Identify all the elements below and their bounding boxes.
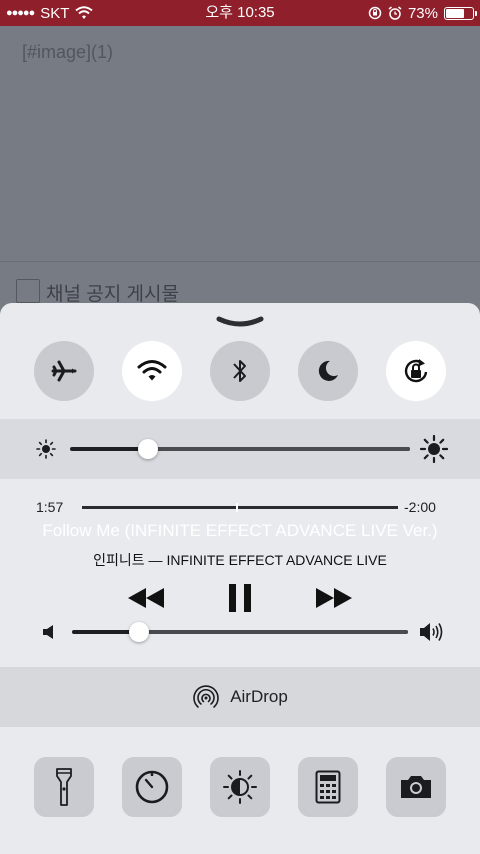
alarm-icon	[388, 6, 402, 20]
pause-button[interactable]	[218, 580, 262, 616]
brightness-control	[0, 419, 480, 479]
fast-forward-icon	[316, 588, 352, 608]
wifi-toggle[interactable]	[122, 341, 182, 401]
volume-track-remaining	[139, 630, 408, 634]
background-divider	[0, 261, 480, 262]
bluetooth-icon	[233, 360, 246, 382]
chevron-down-icon[interactable]	[216, 315, 264, 329]
pause-icon	[229, 584, 251, 612]
brightness-low-icon	[36, 439, 56, 459]
camera-button[interactable]	[386, 757, 446, 817]
background-text-line-2: [#image](1)	[22, 42, 114, 62]
battery-icon	[444, 6, 477, 20]
status-bar: ●●●●● SKT 오후 10:35 73%	[0, 0, 480, 26]
airdrop-icon	[193, 685, 219, 708]
shortcut-row	[0, 757, 480, 817]
brightness-slider-knob[interactable]	[138, 439, 159, 459]
night-shift-icon	[223, 770, 257, 804]
night-shift-button[interactable]	[210, 757, 270, 817]
playback-scrubber[interactable]	[82, 503, 398, 512]
toggle-row	[0, 341, 480, 401]
brightness-slider[interactable]	[70, 447, 410, 451]
rewind-button[interactable]	[124, 583, 168, 613]
brightness-track-remaining	[148, 447, 410, 451]
rotation-lock-icon	[404, 359, 428, 383]
moon-icon	[318, 360, 338, 381]
calculator-button[interactable]	[298, 757, 358, 817]
airplane-mode-toggle[interactable]	[34, 341, 94, 401]
wifi-icon	[137, 360, 167, 381]
airplane-icon	[51, 360, 77, 382]
timer-button[interactable]	[122, 757, 182, 817]
background-app: [#image](1) 채널 공지 게시물	[0, 26, 480, 316]
elapsed-time: 1:57	[36, 499, 64, 515]
bluetooth-toggle[interactable]	[210, 341, 270, 401]
timer-icon	[135, 770, 169, 804]
do-not-disturb-toggle[interactable]	[298, 341, 358, 401]
rotation-lock-icon	[368, 6, 382, 20]
brightness-high-icon	[420, 435, 448, 463]
flashlight-icon	[56, 768, 72, 806]
airdrop-label: AirDrop	[230, 687, 288, 706]
calculator-icon	[315, 770, 341, 804]
fast-forward-button[interactable]	[312, 583, 356, 613]
now-playing: 1:57 -2:00 Follow Me (INFINITE EFFECT AD…	[0, 479, 480, 669]
notice-checkbox	[16, 279, 40, 303]
airdrop-button[interactable]: AirDrop	[0, 667, 480, 727]
control-center: 1:57 -2:00 Follow Me (INFINITE EFFECT AD…	[0, 303, 480, 854]
song-title[interactable]: Follow Me (INFINITE EFFECT ADVANCE LIVE …	[0, 521, 480, 541]
volume-low-icon	[43, 625, 53, 639]
rewind-icon	[128, 588, 164, 608]
camera-icon	[401, 776, 431, 798]
battery-percent: 73%	[407, 4, 438, 22]
volume-slider-knob[interactable]	[129, 622, 150, 642]
volume-high-icon	[420, 623, 443, 641]
rotation-lock-toggle[interactable]	[386, 341, 446, 401]
remaining-time: -2:00	[404, 499, 436, 515]
volume-slider[interactable]	[72, 630, 408, 634]
song-artist-album: 인피니트 — INFINITE EFFECT ADVANCE LIVE	[93, 552, 387, 568]
battery-fill	[446, 8, 464, 18]
flashlight-button[interactable]	[34, 757, 94, 817]
playback-position-marker[interactable]	[235, 503, 238, 512]
notice-checkbox-label: 채널 공지 게시물	[46, 284, 179, 305]
status-right: 73%	[368, 0, 477, 26]
